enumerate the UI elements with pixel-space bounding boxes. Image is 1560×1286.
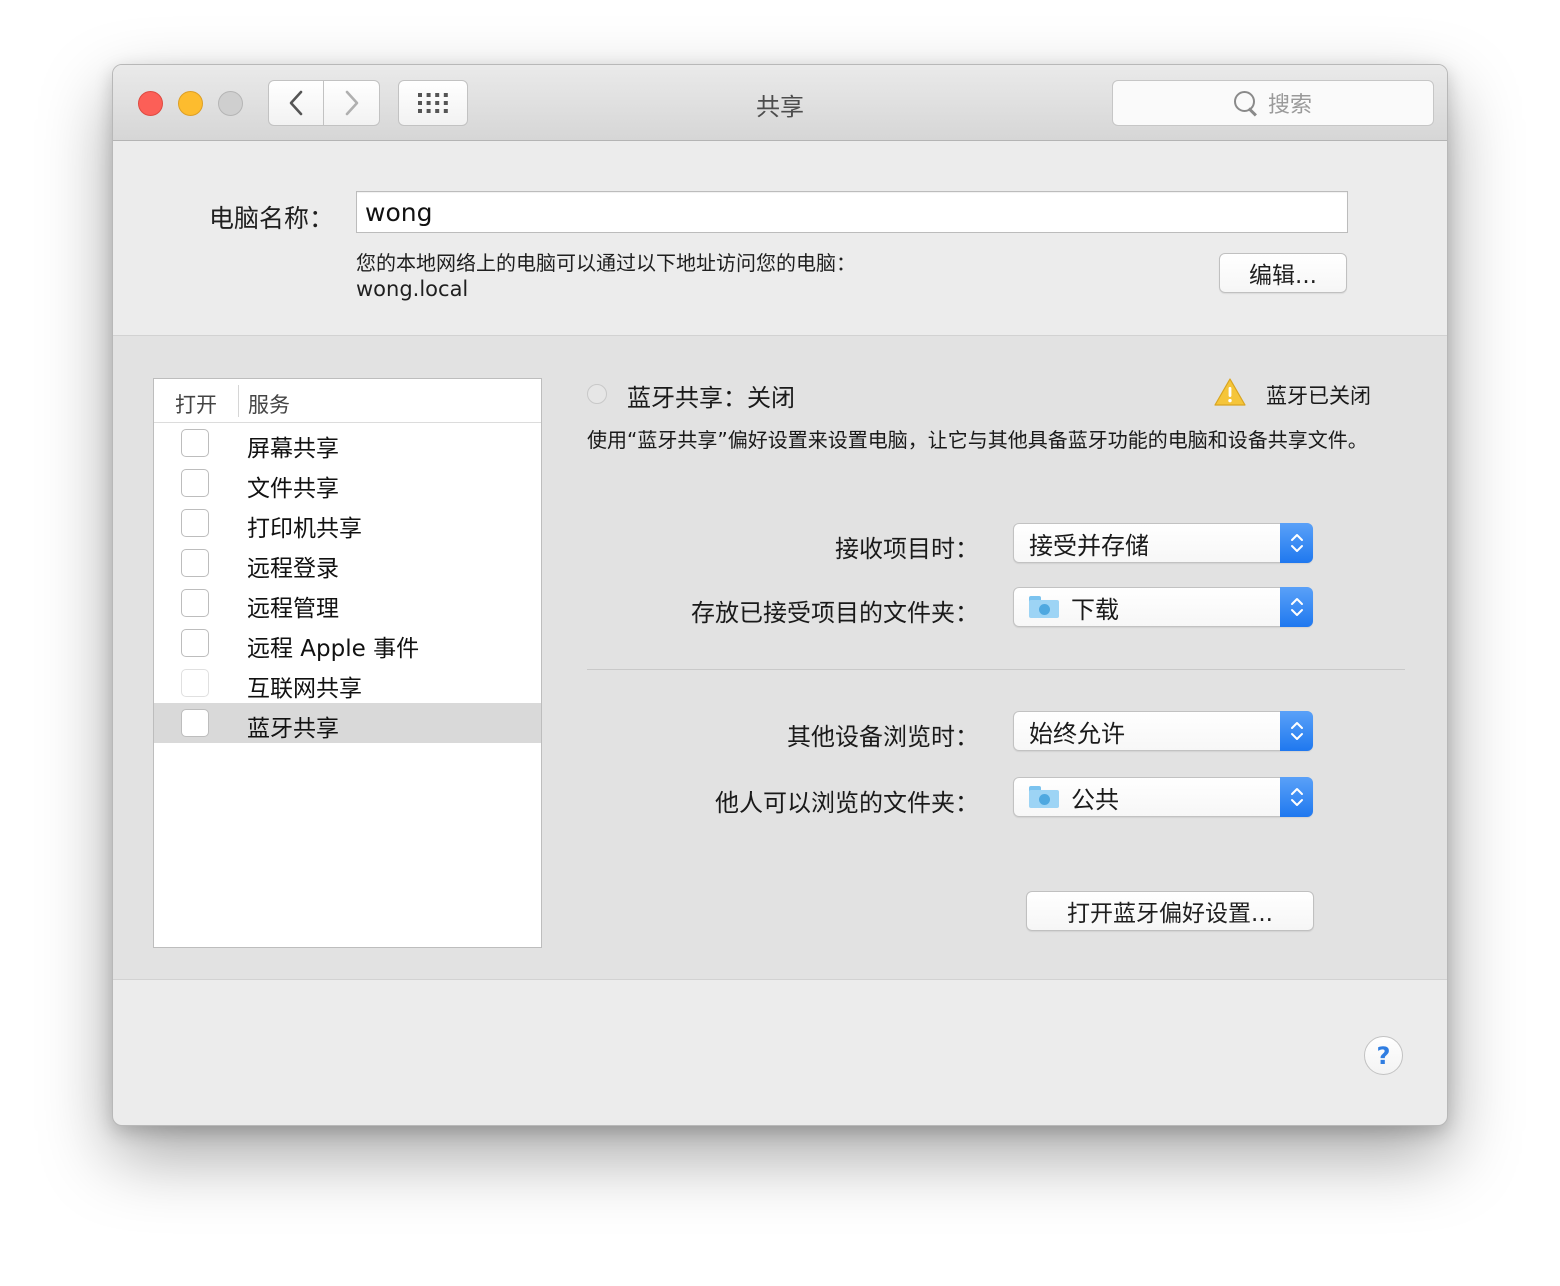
browse-folder-popup-value: 公共 (1071, 785, 1119, 814)
titlebar: 共享 搜索 (113, 65, 1447, 141)
local-address: wong.local (356, 277, 469, 301)
checkbox-file-sharing[interactable] (181, 469, 209, 497)
folder-popup[interactable]: 下载 (1013, 587, 1313, 627)
receive-popup-value: 接受并存储 (1029, 531, 1149, 560)
folder-popup-value: 下载 (1071, 595, 1119, 624)
search-icon (1233, 91, 1258, 115)
sharing-panel: 打开 服务 屏幕共享 文件共享 打印机共享 远程登录 远程管理 远程 Apple… (113, 335, 1447, 980)
access-note: 您的本地网络上的电脑可以通过以下地址访问您的电脑： (356, 251, 856, 275)
close-button[interactable] (138, 91, 163, 116)
service-row-file-sharing[interactable]: 文件共享 (154, 463, 541, 503)
checkbox-bluetooth-sharing[interactable] (181, 709, 209, 737)
browse-label: 其他设备浏览时： (787, 723, 979, 751)
service-row-printer-sharing[interactable]: 打印机共享 (154, 503, 541, 543)
edit-button[interactable]: 编辑... (1219, 253, 1347, 293)
description: 使用“蓝牙共享”偏好设置来设置电脑，让它与其他具备蓝牙功能的电脑和设备共享文件。 (587, 428, 1368, 452)
service-row-remote-management[interactable]: 远程管理 (154, 583, 541, 623)
folder-icon (1029, 786, 1059, 808)
stepper-arrows-icon (1280, 777, 1313, 817)
checkbox-internet-sharing (181, 669, 209, 697)
divider (587, 669, 1405, 670)
service-label: 远程 Apple 事件 (247, 636, 420, 662)
checkbox-remote-management[interactable] (181, 589, 209, 617)
service-label: 蓝牙共享 (247, 716, 339, 742)
checkbox-printer-sharing[interactable] (181, 509, 209, 537)
service-row-remote-login[interactable]: 远程登录 (154, 543, 541, 583)
service-row-screen-sharing[interactable]: 屏幕共享 (154, 423, 541, 463)
folder-icon (1029, 596, 1059, 618)
bluetooth-sharing-status: 蓝牙共享：关闭 (627, 384, 795, 412)
status-indicator (587, 384, 607, 404)
stepper-arrows-icon (1280, 711, 1313, 751)
service-row-bluetooth-sharing[interactable]: 蓝牙共享 (154, 703, 541, 743)
service-label: 打印机共享 (247, 516, 362, 542)
minimize-button[interactable] (178, 91, 203, 116)
zoom-button (218, 91, 243, 116)
service-label: 屏幕共享 (247, 436, 339, 462)
service-row-remote-apple-events[interactable]: 远程 Apple 事件 (154, 623, 541, 663)
browse-popup-value: 始终允许 (1029, 719, 1125, 748)
browse-popup[interactable]: 始终允许 (1013, 711, 1313, 751)
sharing-window: 共享 搜索 电脑名称： 您的本地网络上的电脑可以通过以下地址访问您的电脑： wo… (112, 64, 1448, 1126)
grid-icon (418, 93, 448, 113)
column-header-service[interactable]: 服务 (248, 389, 290, 419)
service-label: 文件共享 (247, 476, 339, 502)
checkbox-remote-login[interactable] (181, 549, 209, 577)
column-separator (238, 385, 239, 417)
stepper-arrows-icon (1280, 523, 1313, 563)
back-chevron-icon (289, 90, 303, 116)
services-list: 打开 服务 屏幕共享 文件共享 打印机共享 远程登录 远程管理 远程 Apple… (153, 378, 542, 948)
receive-label: 接收项目时： (835, 535, 979, 563)
stepper-arrows-icon (1280, 587, 1313, 627)
browse-folder-popup[interactable]: 公共 (1013, 777, 1313, 817)
checkbox-screen-sharing[interactable] (181, 429, 209, 457)
bluetooth-off-warning: 蓝牙已关闭 (1266, 384, 1371, 408)
warning-icon (1214, 378, 1246, 406)
service-label: 远程登录 (247, 556, 339, 582)
service-row-internet-sharing[interactable]: 互联网共享 (154, 663, 541, 703)
help-icon[interactable]: ? (1364, 1036, 1403, 1075)
forward-button[interactable] (324, 80, 380, 126)
forward-chevron-icon (345, 90, 358, 116)
back-button[interactable] (268, 80, 324, 126)
show-all-button[interactable] (398, 80, 468, 126)
checkbox-remote-apple-events[interactable] (181, 629, 209, 657)
service-label: 互联网共享 (247, 676, 362, 702)
services-header: 打开 服务 (154, 379, 541, 423)
receive-popup[interactable]: 接受并存储 (1013, 523, 1313, 563)
service-label: 远程管理 (247, 596, 339, 622)
folder-label: 存放已接受项目的文件夹： (691, 599, 979, 627)
open-bluetooth-prefs-button[interactable]: 打开蓝牙偏好设置... (1026, 891, 1314, 931)
browse-folder-label: 他人可以浏览的文件夹： (715, 789, 979, 817)
search-field[interactable]: 搜索 (1112, 80, 1434, 126)
column-header-on[interactable]: 打开 (175, 389, 217, 419)
search-placeholder: 搜索 (1267, 93, 1312, 118)
computer-name-label: 电脑名称： (209, 204, 335, 233)
computer-name-input[interactable] (356, 191, 1348, 233)
